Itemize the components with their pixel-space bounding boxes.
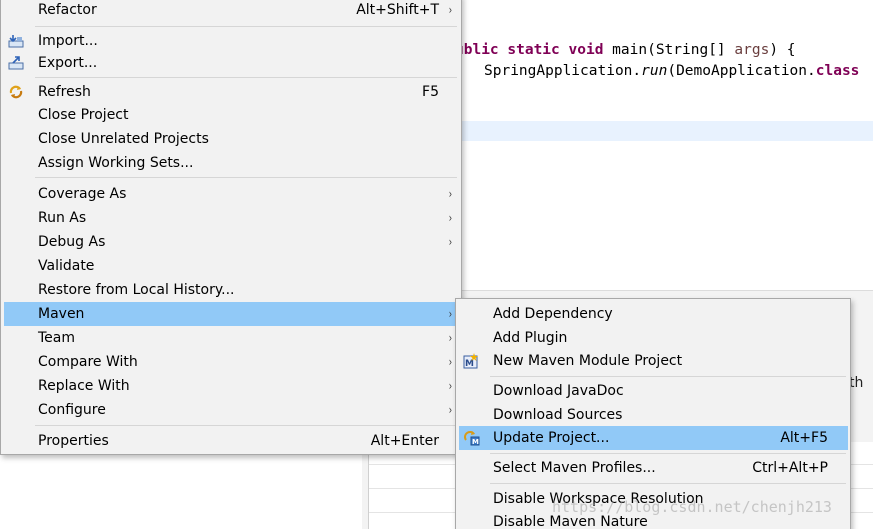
menu-item-debug-as[interactable]: Debug As › — [4, 230, 459, 254]
menu-item-label: Assign Working Sets... — [38, 155, 194, 171]
menu-item-restore-from-local-history[interactable]: Restore from Local History... — [4, 278, 459, 302]
code-text: (DemoApplication. — [667, 63, 816, 79]
submenu-chevron-icon: › — [448, 379, 453, 393]
menu-item-label: Maven — [38, 306, 85, 322]
menu-item-replace-with[interactable]: Replace With › — [4, 374, 459, 398]
submenu-item-download-sources[interactable]: Download Sources — [459, 403, 848, 427]
code-keyword: class — [815, 63, 860, 79]
menu-item-label: Refresh — [38, 84, 91, 100]
menu-item-label: Add Plugin — [493, 330, 568, 346]
submenu-chevron-icon: › — [448, 235, 453, 249]
submenu-chevron-icon: › — [448, 211, 453, 225]
code-line-run: SpringApplication.run(DemoApplication.cl… — [484, 63, 859, 79]
code-line-main: ublic static void main(String[] args) { — [455, 42, 796, 58]
export-icon — [8, 55, 25, 71]
menu-item-assign-working-sets[interactable]: Assign Working Sets... — [4, 151, 459, 175]
menu-item-label: Add Dependency — [493, 306, 613, 322]
menu-item-label: Run As — [38, 210, 87, 226]
menu-item-export[interactable]: Export... — [4, 51, 459, 75]
menu-item-label: New Maven Module Project — [493, 353, 683, 369]
menu-item-configure[interactable]: Configure › — [4, 398, 459, 422]
submenu-item-download-javadoc[interactable]: Download JavaDoc — [459, 379, 848, 403]
watermark: https://blog.csdn.net/chenjh213 — [552, 498, 832, 516]
refresh-icon — [8, 84, 25, 100]
menu-item-shortcut: Alt+F5 — [780, 430, 828, 446]
code-keyword: void — [568, 42, 604, 58]
menu-item-import[interactable]: Import... — [4, 29, 459, 53]
submenu-item-new-maven-module-project[interactable]: M New Maven Module Project — [459, 349, 848, 373]
menu-item-refactor[interactable]: Refactor Alt+Shift+T › — [4, 0, 459, 22]
maven-module-icon: M — [463, 353, 480, 369]
menu-separator — [35, 425, 457, 426]
menu-item-properties[interactable]: Properties Alt+Enter — [4, 429, 459, 453]
import-icon — [8, 33, 25, 49]
current-line-highlight — [462, 121, 873, 141]
menu-item-label: Restore from Local History... — [38, 282, 235, 298]
submenu-item-add-plugin[interactable]: Add Plugin — [459, 326, 848, 350]
menu-item-maven[interactable]: Maven › — [4, 302, 459, 326]
svg-text:M: M — [465, 359, 474, 369]
submenu-item-add-dependency[interactable]: Add Dependency — [459, 302, 848, 326]
submenu-chevron-icon: › — [448, 403, 453, 417]
menu-item-label: Import... — [38, 33, 98, 49]
menu-item-label: Coverage As — [38, 186, 127, 202]
menu-item-label: Configure — [38, 402, 106, 418]
menu-separator — [490, 483, 846, 484]
menu-item-shortcut: Alt+Enter — [370, 433, 439, 449]
menu-item-validate[interactable]: Validate — [4, 254, 459, 278]
menu-item-label: Replace With — [38, 378, 130, 394]
menu-item-label: Compare With — [38, 354, 138, 370]
code-keyword: static — [507, 42, 560, 58]
svg-text:M: M — [472, 438, 479, 446]
code-text: SpringApplication. — [484, 63, 642, 79]
menu-item-label: Properties — [38, 433, 109, 449]
menu-item-label: Validate — [38, 258, 95, 274]
maven-submenu: Add Dependency Add Plugin M New Maven Mo… — [455, 298, 851, 529]
menu-item-coverage-as[interactable]: Coverage As › — [4, 182, 459, 206]
submenu-chevron-icon: › — [448, 187, 453, 201]
panel-text-fragment: th — [849, 375, 864, 391]
menu-item-label: Close Unrelated Projects — [38, 131, 209, 147]
menu-item-team[interactable]: Team › — [4, 326, 459, 350]
menu-item-close-project[interactable]: Close Project — [4, 103, 459, 127]
submenu-chevron-icon: › — [448, 331, 453, 345]
menu-separator — [35, 177, 457, 178]
menu-separator — [490, 453, 846, 454]
update-project-icon: M — [463, 430, 480, 446]
menu-item-label: Team — [38, 330, 76, 346]
menu-item-shortcut: Ctrl+Alt+P — [752, 460, 828, 476]
submenu-chevron-icon: › — [448, 307, 453, 321]
menu-item-label: Download Sources — [493, 407, 623, 423]
code-param: args — [734, 42, 770, 58]
menu-item-close-unrelated-projects[interactable]: Close Unrelated Projects — [4, 127, 459, 151]
submenu-chevron-icon: › — [448, 3, 453, 17]
menu-item-label: Close Project — [38, 107, 129, 123]
menu-item-run-as[interactable]: Run As › — [4, 206, 459, 230]
menu-item-label: Select Maven Profiles... — [493, 460, 656, 476]
menu-separator — [490, 376, 846, 377]
menu-item-refresh[interactable]: Refresh F5 — [4, 80, 459, 104]
menu-item-shortcut: Alt+Shift+T — [356, 2, 439, 18]
code-text: main(String[] — [603, 42, 735, 58]
menu-item-label: Debug As — [38, 234, 106, 250]
code-method: run — [641, 63, 668, 79]
menu-item-label: Export... — [38, 55, 98, 71]
code-text: ) { — [769, 42, 796, 58]
submenu-chevron-icon: › — [448, 355, 453, 369]
submenu-item-select-maven-profiles[interactable]: Select Maven Profiles... Ctrl+Alt+P — [459, 456, 848, 480]
menu-item-label: Download JavaDoc — [493, 383, 624, 399]
project-context-menu: Refactor Alt+Shift+T › Import... Export.… — [0, 0, 462, 455]
menu-separator — [35, 26, 457, 27]
menu-item-label: Update Project... — [493, 430, 610, 446]
menu-item-compare-with[interactable]: Compare With › — [4, 350, 459, 374]
menu-item-shortcut: F5 — [422, 84, 439, 100]
menu-separator — [35, 77, 457, 78]
submenu-item-update-project[interactable]: M Update Project... Alt+F5 — [459, 426, 848, 450]
menu-item-label: Refactor — [38, 2, 97, 18]
